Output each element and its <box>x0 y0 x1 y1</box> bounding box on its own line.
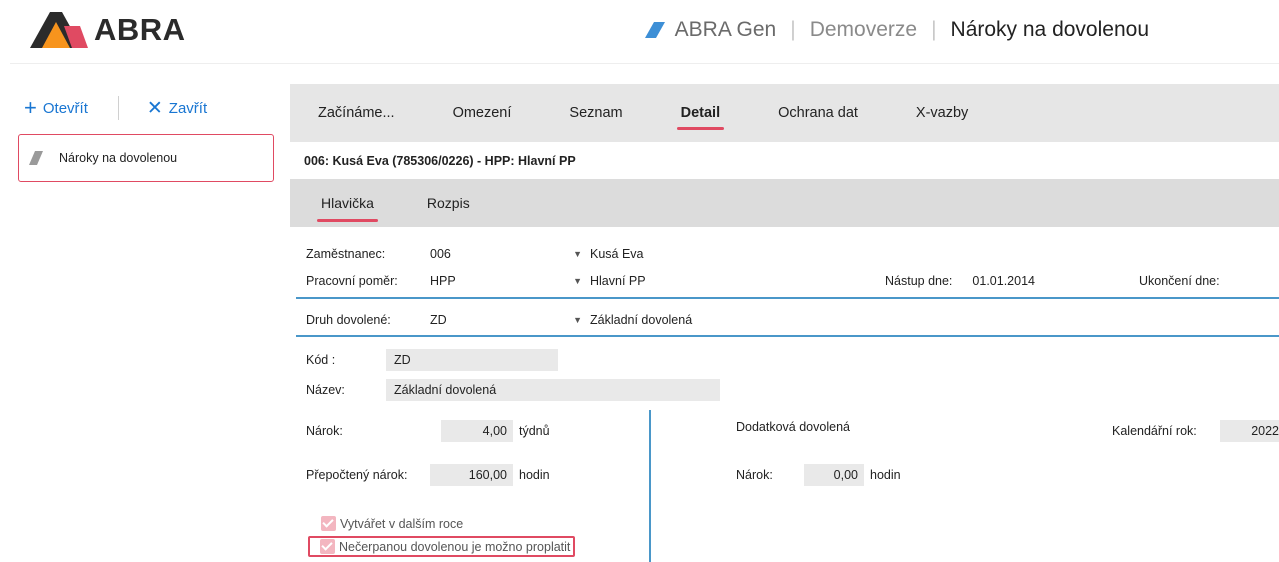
close-button-label: Zavřít <box>168 99 208 117</box>
leave-type-value: ZD <box>430 313 447 327</box>
employment-desc: Hlavní PP <box>590 274 646 288</box>
code-field[interactable]: ZD <box>386 349 558 371</box>
tab-restrictions[interactable]: Omezení <box>453 105 512 121</box>
recalc-unit: hodin <box>519 468 550 482</box>
environment-name: Demoverze <box>809 18 918 41</box>
end-date-label: Ukončení dne: <box>1139 274 1220 288</box>
checkmark-icon <box>321 516 336 531</box>
column-divider <box>649 410 651 562</box>
start-date-value: 01.01.2014 <box>972 274 1035 288</box>
page-title: Nároky na dovolenou <box>950 18 1149 41</box>
employee-combo[interactable]: 006 ▼ <box>430 247 582 261</box>
sidebar-item-label: Nároky na dovolenou <box>59 151 178 165</box>
start-date-label: Nástup dne: <box>885 274 953 288</box>
tab-x-links[interactable]: X-vazby <box>916 105 968 121</box>
tab-breakdown[interactable]: Rozpis <box>427 195 470 211</box>
checkmark-icon <box>320 539 335 554</box>
payout-row: Nečerpanou dovolenou je možno proplatit <box>308 536 576 557</box>
entitlement-row: Nárok: 4,00 týdnů <box>306 420 550 442</box>
open-button[interactable]: + Otevřít <box>24 97 88 119</box>
close-icon: ✕ <box>146 97 163 119</box>
chevron-down-icon: ▼ <box>573 315 582 325</box>
employment-value: HPP <box>430 274 456 288</box>
tab-getting-started[interactable]: Začínáme... <box>318 105 395 121</box>
carry-over-row: Vytvářet v dalším roce <box>321 516 463 531</box>
leave-type-row: Druh dovolené: ZD ▼ Základní dovolená <box>306 313 692 327</box>
plus-icon: + <box>24 95 37 120</box>
name-row: Název: Základní dovolená <box>306 379 720 401</box>
year-row: Kalendářní rok: 2022 <box>1112 420 1279 442</box>
record-title: 006: Kusá Eva (785306/0226) - HPP: Hlavn… <box>290 142 1279 179</box>
leave-type-combo[interactable]: ZD ▼ <box>430 313 582 327</box>
extra-entitlement-field[interactable]: 0,00 <box>804 464 864 486</box>
main-tabs: Začínáme... Omezení Seznam Detail Ochran… <box>290 84 1279 142</box>
extra-leave-row: Dodatková dovolená <box>736 420 850 434</box>
entitlement-label: Nárok: <box>306 424 343 438</box>
carry-over-checkbox[interactable]: Vytvářet v dalším roce <box>321 516 463 531</box>
name-label: Název: <box>306 383 345 397</box>
sub-tabs: Hlavička Rozpis <box>290 179 1279 227</box>
chevron-down-icon: ▼ <box>573 249 582 259</box>
extra-entitlement-label: Nárok: <box>736 468 773 482</box>
year-field[interactable]: 2022 <box>1220 420 1279 442</box>
logo-text: ABRA <box>94 12 186 47</box>
chevron-down-icon: ▼ <box>573 276 582 286</box>
document-slash-icon <box>29 151 43 165</box>
code-label: Kód : <box>306 353 336 367</box>
end-date-row: Ukončení dne: <box>1139 274 1230 288</box>
tab-data-protection[interactable]: Ochrana dat <box>778 105 858 121</box>
extra-leave-label: Dodatková dovolená <box>736 420 850 434</box>
recalc-field[interactable]: 160,00 <box>430 464 513 486</box>
open-button-label: Otevřít <box>42 99 88 117</box>
breadcrumb: ABRA Gen | Demoverze | Nároky na dovolen… <box>644 18 1149 42</box>
close-button[interactable]: ✕ Zavřít <box>147 99 207 118</box>
employment-row: Pracovní poměr: HPP ▼ Hlavní PP <box>306 274 646 288</box>
year-label: Kalendářní rok: <box>1112 424 1197 438</box>
carry-over-label: Vytvářet v dalším roce <box>340 516 464 531</box>
section-divider <box>296 335 1279 337</box>
sidebar: + Otevřít ✕ Zavřít Nároky na dovolenou <box>0 84 280 562</box>
tab-header[interactable]: Hlavička <box>317 195 378 222</box>
abra-logo-icon <box>30 12 88 48</box>
employment-combo[interactable]: HPP ▼ <box>430 274 582 288</box>
start-date-row: Nástup dne: 01.01.2014 <box>885 274 1035 288</box>
employee-name: Kusá Eva <box>590 247 644 261</box>
abra-gen-icon <box>644 22 665 38</box>
extra-entitlement-unit: hodin <box>870 468 901 482</box>
name-field[interactable]: Základní dovolená <box>386 379 720 401</box>
detail-form: Zaměstnanec: 006 ▼ Kusá Eva Pracovní pom… <box>296 227 1279 562</box>
abra-logo: ABRA <box>30 10 186 50</box>
leave-type-desc: Základní dovolená <box>590 313 693 327</box>
sidebar-actions: + Otevřít ✕ Zavřít <box>24 96 207 120</box>
tab-list[interactable]: Seznam <box>569 105 622 121</box>
recalc-row: Přepočtený nárok: 160,00 hodin <box>306 464 550 486</box>
tab-detail[interactable]: Detail <box>676 105 724 130</box>
extra-entitlement-row: Nárok: 0,00 hodin <box>736 464 901 486</box>
employment-label: Pracovní poměr: <box>306 274 398 288</box>
app-name: ABRA Gen <box>674 18 777 41</box>
payout-label: Nečerpanou dovolenou je možno proplatit <box>339 539 571 554</box>
action-divider <box>117 96 119 120</box>
payout-checkbox[interactable]: Nečerpanou dovolenou je možno proplatit <box>308 536 576 557</box>
top-bar: ABRA ABRA Gen | Demoverze | Nároky na do… <box>0 0 1279 64</box>
leave-type-label: Druh dovolené: <box>306 313 391 327</box>
employee-value: 006 <box>430 247 451 261</box>
main-panel: Začínáme... Omezení Seznam Detail Ochran… <box>290 84 1279 562</box>
breadcrumb-separator: | <box>931 18 937 41</box>
section-divider <box>296 297 1279 299</box>
breadcrumb-separator: | <box>790 18 796 41</box>
entitlement-field[interactable]: 4,00 <box>441 420 513 442</box>
recalc-label: Přepočtený nárok: <box>306 468 408 482</box>
header-divider <box>10 63 1279 64</box>
code-row: Kód : ZD <box>306 349 558 371</box>
employee-row: Zaměstnanec: 006 ▼ Kusá Eva <box>306 247 644 261</box>
employee-label: Zaměstnanec: <box>306 247 386 261</box>
sidebar-item-vacation-entitlements[interactable]: Nároky na dovolenou <box>18 134 274 182</box>
entitlement-unit: týdnů <box>519 424 550 438</box>
